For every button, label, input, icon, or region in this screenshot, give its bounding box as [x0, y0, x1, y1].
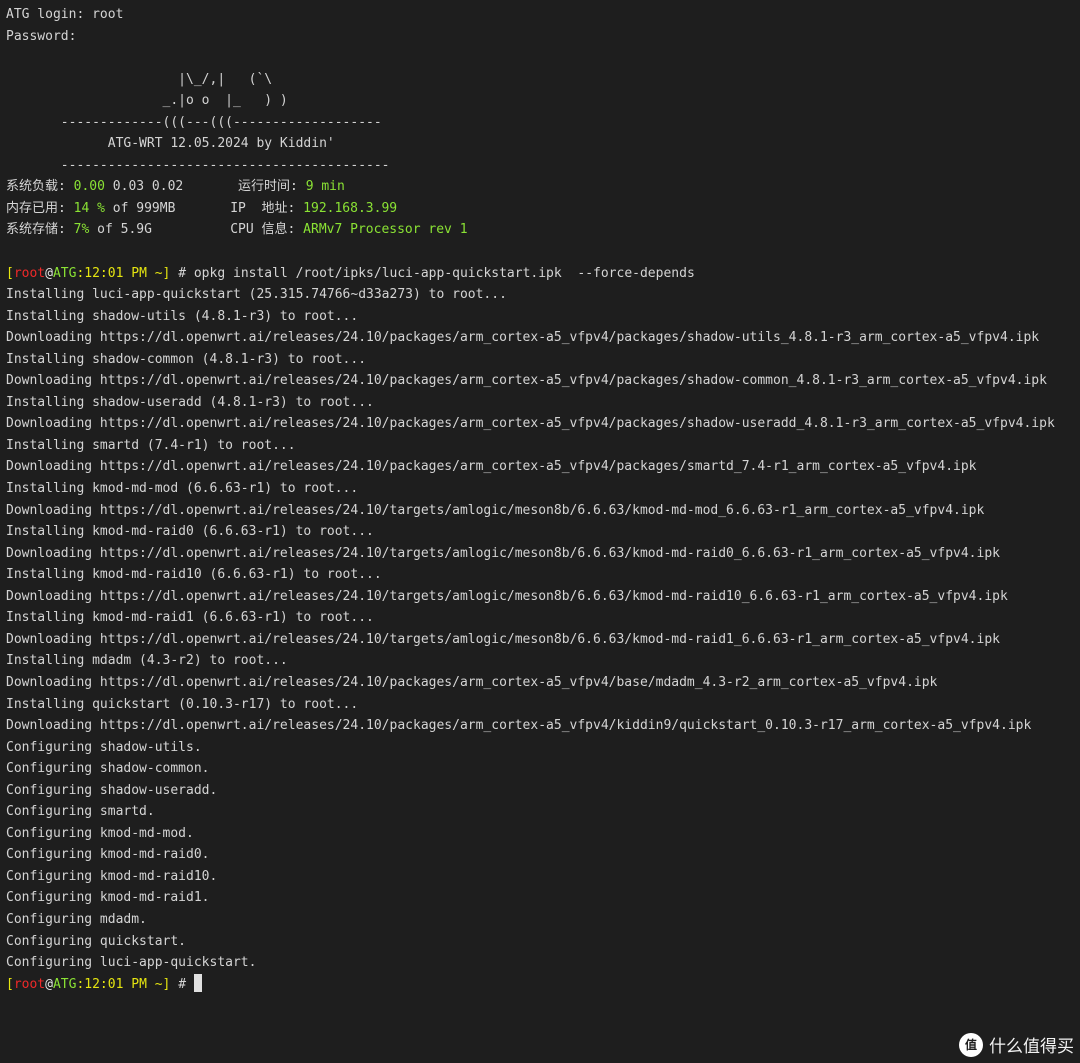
output-line: Downloading https://dl.openwrt.ai/releas…: [6, 718, 1032, 734]
output-line: Installing luci-app-quickstart (25.315.7…: [6, 287, 507, 303]
login-line: ATG login: root: [6, 7, 124, 22]
load-value: 0.00: [73, 179, 105, 195]
output-line: Configuring shadow-utils.: [6, 739, 202, 755]
output-line: Downloading https://dl.openwrt.ai/releas…: [6, 588, 1008, 604]
output-line: Configuring quickstart.: [6, 933, 187, 949]
mem-label: 内存已用:: [6, 200, 74, 216]
banner-art-line: _.|o o |_ ) ): [6, 93, 288, 109]
output-line: Installing mdadm (4.3-r2) to root...: [6, 653, 288, 669]
watermark-text: 什么值得买: [989, 1037, 1074, 1057]
output-line: Downloading https://dl.openwrt.ai/releas…: [6, 674, 938, 690]
cpu-value: ARMv7 Processor rev 1: [303, 222, 468, 238]
prompt-user: root: [13, 265, 46, 281]
password-line: Password:: [6, 28, 77, 44]
mem-value: 14 %: [73, 200, 105, 216]
sysinfo-row-load: 系统负载: 0.00 0.03 0.02 运行时间: 9 min: [6, 176, 1080, 198]
output-line: Installing kmod-md-raid0 (6.6.63-r1) to …: [6, 524, 374, 540]
command-text: opkg install /root/ipks/luci-app-quickst…: [193, 265, 695, 281]
prompt-user: root: [13, 976, 46, 992]
banner-art-line: |\_/,| (`\: [6, 71, 273, 87]
prompt-host: ATG: [52, 976, 77, 992]
ip-label: IP 地址:: [230, 200, 304, 216]
output-line: Downloading https://dl.openwrt.ai/releas…: [6, 502, 985, 518]
prompt-time: :12:01 PM ~: [76, 976, 163, 992]
output-line: Downloading https://dl.openwrt.ai/releas…: [6, 631, 1000, 647]
output-line: Configuring luci-app-quickstart.: [6, 955, 257, 971]
prompt-time: :12:01 PM ~: [76, 265, 163, 281]
output-line: Installing shadow-useradd (4.8.1-r3) to …: [6, 394, 374, 410]
prompt-at: @: [45, 265, 53, 281]
storage-value: 7%: [73, 222, 90, 238]
active-prompt-line[interactable]: [root@ATG:12:01 PM ~] #: [6, 973, 1080, 996]
output-line: Installing smartd (7.4-r1) to root...: [6, 437, 296, 453]
terminal-window[interactable]: ATG login: root Password: |\_/,| (`\ _.|…: [0, 0, 1080, 1063]
output-line: Installing kmod-md-raid1 (6.6.63-r1) to …: [6, 610, 374, 626]
output-line: Downloading https://dl.openwrt.ai/releas…: [6, 373, 1047, 389]
banner-divider: -------------(((---(((------------------…: [6, 114, 382, 130]
output-line: Downloading https://dl.openwrt.ai/releas…: [6, 459, 977, 475]
uptime-value: 9 min: [305, 179, 345, 195]
load-rest: 0.03 0.02: [104, 179, 239, 195]
watermark: 值 什么值得买: [959, 1032, 1074, 1057]
output-line: Downloading https://dl.openwrt.ai/releas…: [6, 330, 1040, 346]
output-line: Installing quickstart (0.10.3-r17) to ro…: [6, 696, 359, 712]
cpu-label: CPU 信息:: [230, 222, 304, 238]
output-line: Configuring kmod-md-raid1.: [6, 890, 210, 906]
storage-rest: of 5.9G: [89, 222, 231, 238]
output-line: Downloading https://dl.openwrt.ai/releas…: [6, 416, 1055, 432]
storage-label: 系统存储:: [6, 222, 74, 238]
output-line: Installing shadow-common (4.8.1-r3) to r…: [6, 351, 367, 367]
sysinfo-row-memory: 内存已用: 14 % of 999MB IP 地址: 192.168.3.99: [6, 198, 1080, 220]
output-line: Downloading https://dl.openwrt.ai/releas…: [6, 545, 1000, 561]
prompt-bracket: [: [6, 976, 14, 992]
sysinfo-row-storage: 系统存储: 7% of 5.9G CPU 信息: ARMv7 Processor…: [6, 219, 1080, 241]
output-line: Configuring smartd.: [6, 804, 155, 820]
output-line: Installing kmod-md-raid10 (6.6.63-r1) to…: [6, 567, 382, 583]
text-cursor[interactable]: [193, 973, 202, 992]
output-line: Installing kmod-md-mod (6.6.63-r1) to ro…: [6, 481, 359, 497]
prompt-host: ATG: [52, 265, 77, 281]
uptime-label: 运行时间:: [238, 179, 306, 195]
ip-value: 192.168.3.99: [303, 200, 398, 216]
command-output: Installing luci-app-quickstart (25.315.7…: [6, 284, 1080, 974]
output-line: Installing shadow-utils (4.8.1-r3) to ro…: [6, 308, 359, 324]
prompt-symbol: #: [170, 265, 194, 281]
prompt-bracket: [: [6, 265, 14, 281]
banner-title: ATG-WRT 12.05.2024 by Kiddin': [6, 136, 335, 152]
prompt-at: @: [45, 976, 53, 992]
mem-rest: of 999MB: [104, 200, 231, 216]
output-line: Configuring shadow-useradd.: [6, 782, 218, 798]
watermark-logo-icon: 值: [959, 1032, 983, 1057]
output-line: Configuring kmod-md-raid0.: [6, 847, 210, 863]
command-line: [root@ATG:12:01 PM ~] # opkg install /ro…: [6, 263, 1080, 285]
load-label: 系统负载:: [6, 179, 74, 195]
output-line: Configuring shadow-common.: [6, 761, 210, 777]
output-line: Configuring mdadm.: [6, 911, 147, 927]
banner-divider: ----------------------------------------…: [6, 157, 390, 173]
output-line: Configuring kmod-md-mod.: [6, 825, 194, 841]
output-line: Configuring kmod-md-raid10.: [6, 868, 218, 884]
prompt-symbol: #: [170, 976, 194, 992]
